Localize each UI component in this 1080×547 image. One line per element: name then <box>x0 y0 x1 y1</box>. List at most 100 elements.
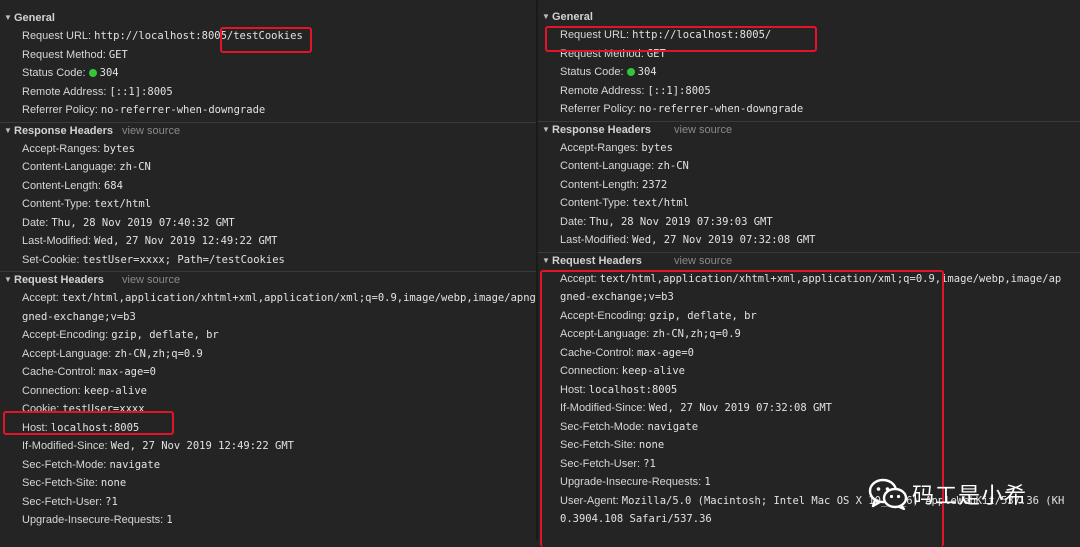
expand-triangle-icon[interactable]: ▼ <box>542 256 550 266</box>
header-row: Status Code: 304 <box>0 64 538 83</box>
header-name: Content-Language: <box>22 161 117 173</box>
request-headers-toggle[interactable]: ▼ Request Headers view source <box>0 271 538 289</box>
highlight-left-cookie <box>3 411 174 435</box>
header-value: zh-CN <box>119 161 151 173</box>
header-value: text/html,application/xhtml+xml,applicat… <box>61 292 538 304</box>
header-value: Wed, 27 Nov 2019 12:49:22 GMT <box>110 440 294 452</box>
header-row: Accept-Language: zh-CN,zh;q=0.9 <box>0 345 538 364</box>
header-value: ?1 <box>105 495 118 508</box>
header-value: gned-exchange;v=b3 <box>22 310 136 323</box>
response-headers-toggle[interactable]: ▼ Response Headers view source <box>0 121 538 140</box>
header-row: Content-Language: zh-CN <box>0 158 538 177</box>
header-name: Accept: <box>22 292 59 304</box>
highlight-left-url-path <box>220 27 312 53</box>
header-row: Connection: keep-alive <box>0 382 538 401</box>
section-title: Response Headers <box>14 124 114 137</box>
header-row: Content-Language: zh-CN <box>538 157 1080 176</box>
header-value: gzip, deflate, br <box>111 329 219 341</box>
header-row: Content-Length: 2372 <box>538 176 1080 195</box>
view-source-link[interactable]: view source <box>122 124 180 138</box>
status-ok-icon <box>626 68 635 76</box>
header-name: Request URL: <box>22 30 92 42</box>
header-value: none <box>100 477 127 489</box>
expand-triangle-icon[interactable]: ▼ <box>4 126 12 136</box>
header-name: Referrer Policy: <box>560 103 636 115</box>
header-name: Sec-Fetch-Mode: <box>22 458 107 471</box>
general-toggle[interactable]: ▼ General <box>538 9 1080 26</box>
header-name: Content-Language: <box>560 160 655 172</box>
header-row: Sec-Fetch-Mode: navigate <box>0 456 538 475</box>
expand-triangle-icon[interactable]: ▼ <box>4 275 12 285</box>
header-value: zh-CN,zh;q=0.9 <box>114 347 203 360</box>
header-name: Set-Cookie: <box>22 253 80 266</box>
header-name: Status Code: <box>22 67 86 79</box>
expand-triangle-icon[interactable]: ▼ <box>4 13 12 23</box>
section-title: General <box>14 12 55 24</box>
header-value: 304 <box>637 66 657 78</box>
header-name: Accept-Ranges: <box>22 142 101 155</box>
header-name: Accept-Ranges: <box>560 141 639 154</box>
header-name: Sec-Fetch-User: <box>22 495 103 508</box>
header-row: Referrer Policy: no-referrer-when-downgr… <box>538 100 1080 119</box>
header-value: no-referrer-when-downgrade <box>100 104 266 116</box>
header-row: Sec-Fetch-Site: none <box>0 474 538 493</box>
header-value: zh-CN <box>657 160 689 172</box>
header-row: Cache-Control: max-age=0 <box>0 363 538 382</box>
header-value: [::1]:8005 <box>109 85 173 98</box>
header-row: Last-Modified: Wed, 27 Nov 2019 12:49:22… <box>0 232 538 251</box>
header-name: Content-Type: <box>560 197 630 209</box>
view-source-link[interactable]: view source <box>122 273 180 287</box>
section-title: General <box>552 11 593 23</box>
header-value: Thu, 28 Nov 2019 07:39:03 GMT <box>589 215 773 228</box>
header-row: Date: Thu, 28 Nov 2019 07:40:32 GMT <box>0 214 538 233</box>
header-row: Last-Modified: Wed, 27 Nov 2019 07:32:08… <box>538 231 1080 250</box>
section-title: Request Headers <box>14 274 104 286</box>
header-name: Remote Address: <box>22 85 107 98</box>
header-name: Cache-Control: <box>22 366 96 378</box>
header-name: Date: <box>560 215 587 228</box>
expand-triangle-icon[interactable]: ▼ <box>542 12 550 22</box>
header-name: Content-Length: <box>22 179 101 192</box>
header-name: If-Modified-Since: <box>22 440 108 452</box>
header-value: Wed, 27 Nov 2019 07:32:08 GMT <box>632 234 816 246</box>
request-headers-toggle[interactable]: ▼ Request Headers view source <box>538 251 1080 270</box>
header-value: testUser=xxxx; Path=/testCookies <box>82 253 285 266</box>
section-title: Response Headers <box>552 123 652 136</box>
wechat-icon <box>868 478 908 510</box>
header-row: Accept-Ranges: bytes <box>538 139 1080 158</box>
header-name: Accept-Language: <box>22 347 112 360</box>
header-value: [::1]:8005 <box>647 84 711 97</box>
header-row: Referrer Policy: no-referrer-when-downgr… <box>0 101 538 120</box>
header-row: Content-Type: text/html <box>538 194 1080 213</box>
response-headers-toggle[interactable]: ▼ Response Headers view source <box>538 120 1080 139</box>
highlight-right-request-url <box>545 26 817 52</box>
request-headers-section: ▼ Request Headers view source Accept: text/… <box>0 271 538 532</box>
response-headers-section: ▼ Response Headers view source Accept-Range… <box>538 120 1080 252</box>
header-row: Remote Address: [::1]:8005 <box>538 82 1080 101</box>
header-row: Accept-Encoding: gzip, deflate, br <box>0 326 538 345</box>
section-title: Request Headers <box>552 254 642 267</box>
header-value: 304 <box>99 67 119 79</box>
header-row: Accept: text/html,application/xhtml+xml,… <box>0 289 538 308</box>
header-name: Last-Modified: <box>22 235 92 247</box>
header-value: bytes <box>641 141 673 154</box>
view-source-link[interactable]: view source <box>674 254 732 268</box>
header-name: Date: <box>22 216 49 229</box>
response-headers-section: ▼ Response Headers view source Accept-Range… <box>0 121 538 272</box>
header-name: Accept-Encoding: <box>22 329 109 341</box>
expand-triangle-icon[interactable]: ▼ <box>542 125 550 135</box>
view-source-link[interactable]: view source <box>674 123 732 137</box>
status-ok-icon <box>88 69 97 77</box>
header-name: Request Method: <box>22 48 106 61</box>
header-row: Date: Thu, 28 Nov 2019 07:39:03 GMT <box>538 213 1080 232</box>
header-row: Content-Length: 684 <box>0 177 538 196</box>
header-value: no-referrer-when-downgrade <box>638 103 804 115</box>
header-value: 2372 <box>641 178 668 191</box>
header-row: Accept-Ranges: bytes <box>0 140 538 159</box>
header-name: Content-Length: <box>560 178 639 191</box>
general-toggle[interactable]: ▼ General <box>0 10 538 27</box>
watermark: 码工是小希 <box>868 478 1027 510</box>
header-row: Sec-Fetch-User: ?1 <box>0 493 538 512</box>
header-value: max-age=0 <box>99 366 156 378</box>
header-row: Remote Address: [::1]:8005 <box>0 83 538 102</box>
